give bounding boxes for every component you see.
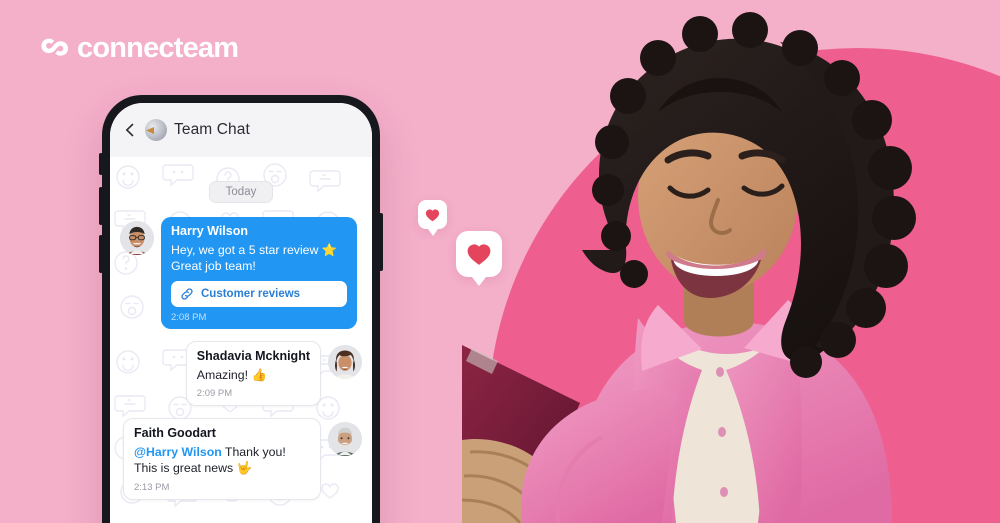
message-bubble-faith[interactable]: Faith Goodart @Harry Wilson Thank you! T…	[123, 418, 321, 500]
chat-header: Team Chat	[110, 103, 372, 157]
heart-badge-small	[418, 200, 447, 236]
connecteam-infinity-mark	[41, 38, 69, 56]
phone-power-button[interactable]	[379, 213, 383, 271]
phone-silent-switch[interactable]	[99, 153, 103, 175]
team-chat-avatar[interactable]	[145, 119, 167, 141]
link-icon	[181, 288, 193, 300]
chat-title: Team Chat	[174, 121, 250, 138]
message-time: 2:13 PM	[134, 481, 170, 493]
phone-mockup: Team Chat Today Harry Wilson Hey, we got…	[99, 95, 383, 523]
phone-screen: Team Chat Today Harry Wilson Hey, we got…	[110, 103, 372, 523]
phone-volume-up-button[interactable]	[99, 187, 103, 225]
heart-icon	[425, 208, 440, 221]
attachment-label: Customer reviews	[201, 288, 301, 301]
message-sender: Shadavia Mcknight	[196, 349, 310, 364]
hero-banner: connecteam Team Chat Today Harry Wilson …	[0, 0, 1000, 523]
avatar-shadavia-mcknight[interactable]	[328, 345, 362, 380]
phone-volume-down-button[interactable]	[99, 235, 103, 273]
message-text: @Harry Wilson Thank you! This is great n…	[134, 444, 310, 477]
message-row-harry[interactable]: Harry Wilson Hey, we got a 5 star review…	[120, 217, 362, 330]
message-sender: Faith Goodart	[134, 426, 216, 441]
message-row-shadavia[interactable]: Shadavia Mcknight Amazing! 👍 2:09 PM	[120, 341, 362, 407]
message-text: Hey, we got a 5 star review ⭐ Great job …	[171, 242, 338, 273]
heart-badge-large	[456, 231, 502, 286]
message-attachment-link[interactable]: Customer reviews	[171, 281, 347, 308]
day-divider: Today	[208, 181, 274, 203]
logo-wordmark: connecteam	[77, 32, 239, 64]
heart-icon	[467, 244, 491, 265]
avatar-faith-goodart[interactable]	[328, 422, 362, 457]
message-row-faith[interactable]: Faith Goodart @Harry Wilson Thank you! T…	[120, 418, 362, 500]
hero-photo-woman-with-phone	[462, 0, 1000, 523]
message-mention[interactable]: @Harry Wilson	[134, 445, 222, 459]
message-text: Amazing! 👍	[196, 367, 267, 382]
message-time: 2:09 PM	[196, 388, 233, 400]
message-bubble-harry[interactable]: Harry Wilson Hey, we got a 5 star review…	[161, 217, 357, 330]
message-time: 2:08 PM	[171, 312, 207, 324]
message-bubble-shadavia[interactable]: Shadavia Mcknight Amazing! 👍 2:09 PM	[185, 341, 321, 407]
chevron-left-icon[interactable]	[122, 122, 138, 138]
messages-container: Harry Wilson Hey, we got a 5 star review…	[110, 203, 372, 500]
avatar-harry-wilson[interactable]	[120, 221, 154, 255]
connecteam-logo[interactable]: connecteam	[40, 32, 239, 64]
chat-message-list[interactable]: Today Harry Wilson Hey, we got a 5 star …	[110, 157, 372, 523]
message-sender: Harry Wilson	[171, 224, 248, 238]
